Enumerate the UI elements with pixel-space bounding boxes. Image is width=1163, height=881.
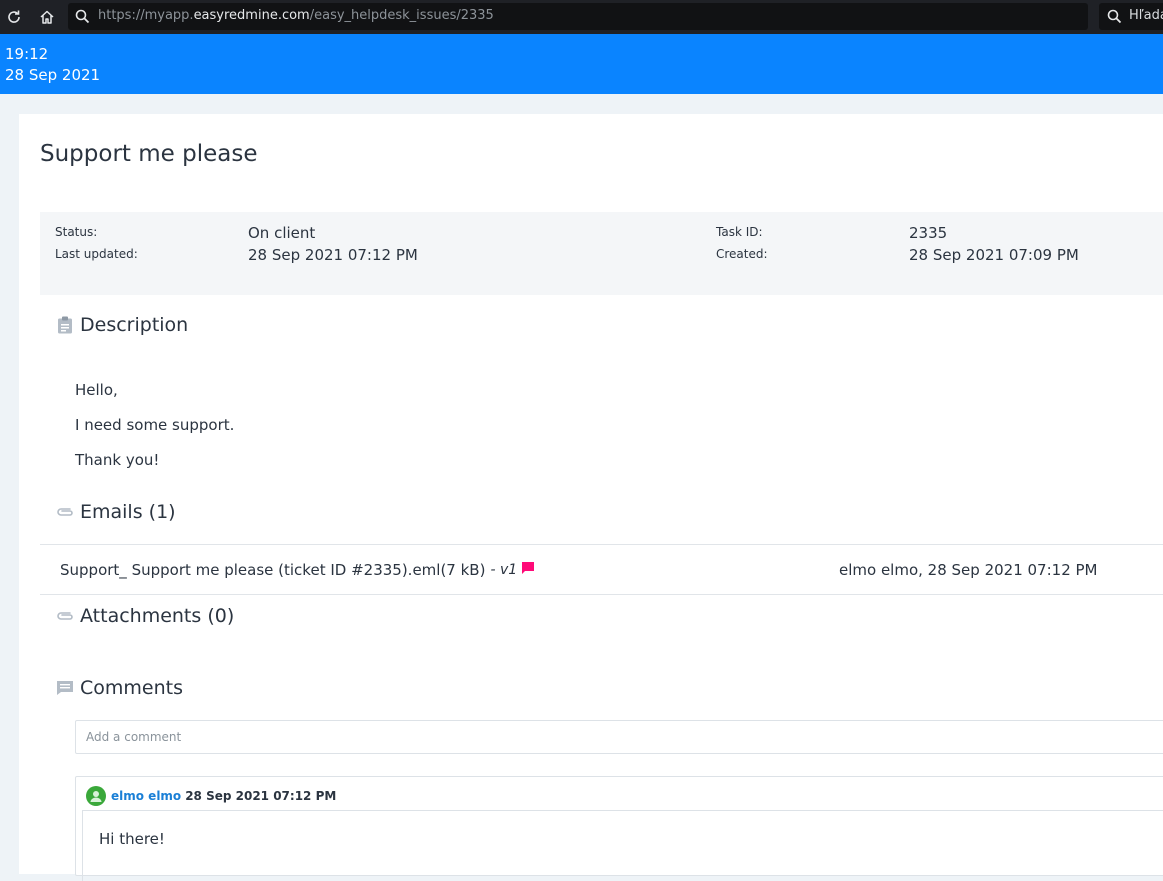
email-meta: elmo elmo, 28 Sep 2021 07:12 PM <box>839 561 1098 579</box>
url-path: /easy_helpdesk_issues/2335 <box>309 8 494 23</box>
status-value: On client <box>248 224 316 242</box>
paperclip-icon <box>56 503 74 521</box>
divider <box>40 594 1163 595</box>
browser-toolbar: https://myapp.easyredmine.com/easy_helpd… <box>0 0 1163 34</box>
description-line: Thank you! <box>75 451 160 469</box>
home-icon[interactable] <box>36 6 58 28</box>
clipboard-icon <box>56 316 74 334</box>
search-text: Hľadať <box>1129 8 1163 23</box>
comment-body: Hi there! <box>82 810 1163 881</box>
url-text: https://myapp.easyredmine.com/easy_helpd… <box>98 8 494 23</box>
app-header: 19:12 28 Sep 2021 <box>0 34 1163 94</box>
header-time: 19:12 <box>5 45 49 63</box>
flag-icon <box>521 561 535 579</box>
email-version: - v1 <box>490 562 518 578</box>
email-file-link[interactable]: Support_ Support me please (ticket ID #2… <box>60 561 485 579</box>
address-bar[interactable]: https://myapp.easyredmine.com/easy_helpd… <box>68 3 1088 30</box>
last-updated-value: 28 Sep 2021 07:12 PM <box>248 246 418 264</box>
comments-heading: Comments <box>56 677 183 699</box>
email-item: Support_ Support me please (ticket ID #2… <box>60 561 535 579</box>
comment-author-link[interactable]: elmo elmo <box>111 789 181 803</box>
description-line: Hello, <box>75 381 118 399</box>
divider <box>40 544 1163 545</box>
add-comment-field[interactable] <box>75 720 1163 754</box>
search-icon <box>1107 9 1122 24</box>
header-date: 28 Sep 2021 <box>5 66 101 84</box>
comment-text: Hi there! <box>99 830 165 848</box>
last-updated-label: Last updated: <box>55 247 138 261</box>
created-label: Created: <box>716 247 768 261</box>
browser-search-box[interactable]: Hľadať <box>1099 3 1163 30</box>
paperclip-icon <box>56 607 74 625</box>
task-id-value: 2335 <box>909 224 948 242</box>
description-heading-text: Description <box>80 314 189 336</box>
task-id-label: Task ID: <box>716 225 763 239</box>
comment-date: 28 Sep 2021 07:12 PM <box>185 789 337 803</box>
emails-heading: Emails (1) <box>56 501 176 523</box>
comment-header: elmo elmo 28 Sep 2021 07:12 PM <box>86 786 336 806</box>
created-value: 28 Sep 2021 07:09 PM <box>909 246 1079 264</box>
comments-heading-text: Comments <box>80 677 183 699</box>
description-heading: Description <box>56 314 188 336</box>
ticket-meta-panel: Status: On client Last updated: 28 Sep 2… <box>40 212 1163 295</box>
add-comment-input[interactable] <box>86 730 686 744</box>
avatar <box>86 786 106 806</box>
reload-icon[interactable] <box>3 6 25 28</box>
comment-icon <box>56 679 74 697</box>
attachments-heading: Attachments (0) <box>56 605 234 627</box>
ticket-card: Support me please Status: On client Last… <box>19 114 1163 881</box>
search-icon <box>75 9 90 24</box>
page-title: Support me please <box>40 141 258 167</box>
url-domain: easyredmine.com <box>193 8 310 23</box>
description-line: I need some support. <box>75 416 235 434</box>
comment-item: elmo elmo 28 Sep 2021 07:12 PM Hi there! <box>75 776 1163 881</box>
status-label: Status: <box>55 225 98 239</box>
url-prefix: https://myapp. <box>98 8 194 23</box>
attachments-heading-text: Attachments (0) <box>80 605 235 627</box>
emails-heading-text: Emails (1) <box>80 501 176 523</box>
